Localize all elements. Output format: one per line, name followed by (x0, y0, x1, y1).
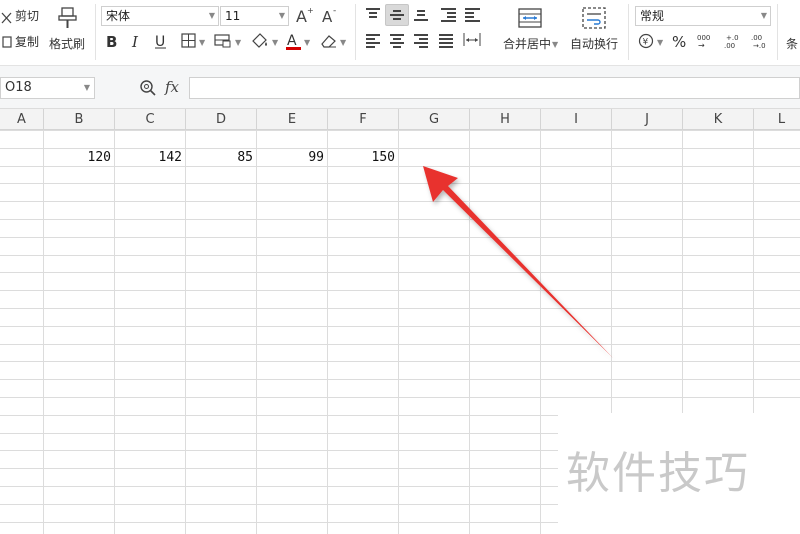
cell-c1[interactable]: 142 (115, 150, 182, 165)
column-header-e[interactable]: E (257, 109, 328, 130)
cut-button[interactable]: 剪切 (15, 8, 39, 24)
decrease-font-icon[interactable]: A- (322, 5, 340, 26)
font-size-value: 11 (225, 9, 241, 23)
formula-bar: O18 ▼ fx (0, 66, 800, 109)
column-header-k[interactable]: K (683, 109, 754, 130)
chevron-down-icon[interactable]: ▼ (84, 78, 90, 98)
merge-center-button[interactable]: 合并居中 (503, 36, 551, 52)
svg-text:→.0: →.0 (753, 42, 766, 50)
increase-decimal-icon[interactable]: +.0.00 (724, 32, 742, 50)
column-header-f[interactable]: F (328, 109, 399, 130)
wrap-text-button[interactable]: 自动换行 (570, 36, 618, 52)
fill-color-bucket-icon[interactable] (250, 32, 270, 50)
copy-icon[interactable] (1, 34, 13, 48)
column-header-a[interactable]: A (0, 109, 44, 130)
fx-icon[interactable]: fx (165, 78, 179, 96)
name-box[interactable]: O18 ▼ (0, 77, 95, 99)
align-center-icon[interactable] (390, 34, 404, 48)
column-header-h[interactable]: H (470, 109, 541, 130)
svg-text:A: A (322, 8, 333, 25)
font-color-icon[interactable]: A (286, 32, 302, 50)
ribbon-toolbar: 剪切 复制 格式刷 宋体 ▼ 11 ▼ A+ A- B I U ▼ ▼ ▼ A (0, 0, 800, 66)
separator (777, 4, 778, 60)
column-header-g[interactable]: G (399, 109, 470, 130)
svg-text:+: + (307, 6, 314, 15)
border-icon[interactable] (181, 33, 197, 49)
svg-text:+.0: +.0 (726, 34, 739, 42)
increase-font-icon[interactable]: A + (296, 5, 314, 26)
svg-text:A: A (296, 7, 307, 25)
justify-icon[interactable] (439, 34, 453, 48)
watermark: 软件技巧 (558, 413, 800, 534)
svg-text:A: A (287, 33, 297, 49)
conditional-format-button[interactable]: 条 (786, 36, 798, 52)
percent-icon[interactable]: % (672, 32, 688, 51)
number-format-combo[interactable]: 常规 ▼ (635, 6, 771, 26)
svg-text:.00: .00 (751, 34, 762, 42)
svg-text:I: I (131, 33, 139, 49)
chevron-down-icon[interactable]: ▼ (304, 38, 310, 47)
fill-color-icon[interactable] (214, 33, 232, 49)
name-box-value: O18 (5, 80, 32, 95)
bold-icon[interactable]: B (105, 33, 119, 51)
separator (628, 4, 629, 60)
format-painter-icon[interactable] (57, 6, 79, 30)
align-top-icon[interactable] (366, 8, 380, 20)
column-header-d[interactable]: D (186, 109, 257, 130)
svg-text:%: % (672, 33, 686, 50)
chevron-down-icon[interactable]: ▼ (209, 7, 215, 25)
font-name-value: 宋体 (106, 9, 131, 23)
decrease-decimal-icon[interactable]: .00 →.0 (751, 32, 769, 50)
column-header-j[interactable]: J (612, 109, 683, 130)
decrease-indent-icon[interactable] (441, 8, 456, 22)
chevron-down-icon[interactable]: ▼ (340, 38, 346, 47)
separator (95, 4, 96, 60)
clear-icon[interactable] (320, 33, 338, 49)
svg-text:.00: .00 (724, 42, 735, 50)
chevron-down-icon[interactable]: ▼ (279, 7, 285, 25)
wrap-text-icon[interactable] (582, 6, 606, 30)
increase-indent-icon[interactable] (465, 8, 480, 22)
italic-icon[interactable]: I (130, 33, 142, 51)
number-format-value: 常规 (640, 9, 665, 23)
cell-d1[interactable]: 85 (186, 150, 253, 165)
cell-f1[interactable]: 150 (328, 150, 395, 165)
chevron-down-icon[interactable]: ▼ (761, 7, 767, 25)
separator (355, 4, 356, 60)
chevron-down-icon[interactable]: ▼ (657, 38, 663, 47)
chevron-down-icon[interactable]: ▼ (235, 38, 241, 47)
merge-center-icon[interactable] (518, 6, 542, 30)
column-header-l[interactable]: L (754, 109, 800, 130)
svg-text:¥: ¥ (643, 38, 649, 48)
font-name-combo[interactable]: 宋体 ▼ (101, 6, 219, 26)
cell-e1[interactable]: 99 (257, 150, 324, 165)
cell-b1[interactable]: 120 (44, 150, 111, 165)
chevron-down-icon[interactable]: ▼ (272, 38, 278, 47)
align-right-icon[interactable] (414, 34, 428, 48)
chevron-down-icon[interactable]: ▼ (552, 40, 558, 49)
align-left-icon[interactable] (366, 34, 380, 48)
column-header-c[interactable]: C (115, 109, 186, 130)
format-painter-button[interactable]: 格式刷 (49, 36, 85, 52)
zoom-icon[interactable] (139, 79, 157, 97)
currency-icon[interactable]: ¥ (638, 33, 654, 49)
column-header-b[interactable]: B (44, 109, 115, 130)
distribute-icon[interactable] (463, 32, 481, 48)
formula-input[interactable] (189, 77, 800, 99)
underline-icon[interactable]: U (154, 33, 168, 50)
scissors-icon[interactable] (1, 9, 13, 24)
svg-text:B: B (106, 33, 117, 49)
copy-button[interactable]: 复制 (15, 34, 39, 50)
svg-text:→: → (698, 41, 705, 50)
svg-text:U: U (155, 34, 165, 49)
column-header-i[interactable]: I (541, 109, 612, 130)
column-headers: ABCDEFGHIJKL (0, 109, 800, 130)
chevron-down-icon[interactable]: ▼ (199, 38, 205, 47)
font-size-combo[interactable]: 11 ▼ (220, 6, 289, 26)
thousands-icon[interactable]: 000 → (697, 32, 715, 50)
svg-text:-: - (333, 6, 336, 16)
align-bottom-icon[interactable] (414, 8, 428, 21)
align-middle-icon[interactable] (390, 9, 404, 21)
